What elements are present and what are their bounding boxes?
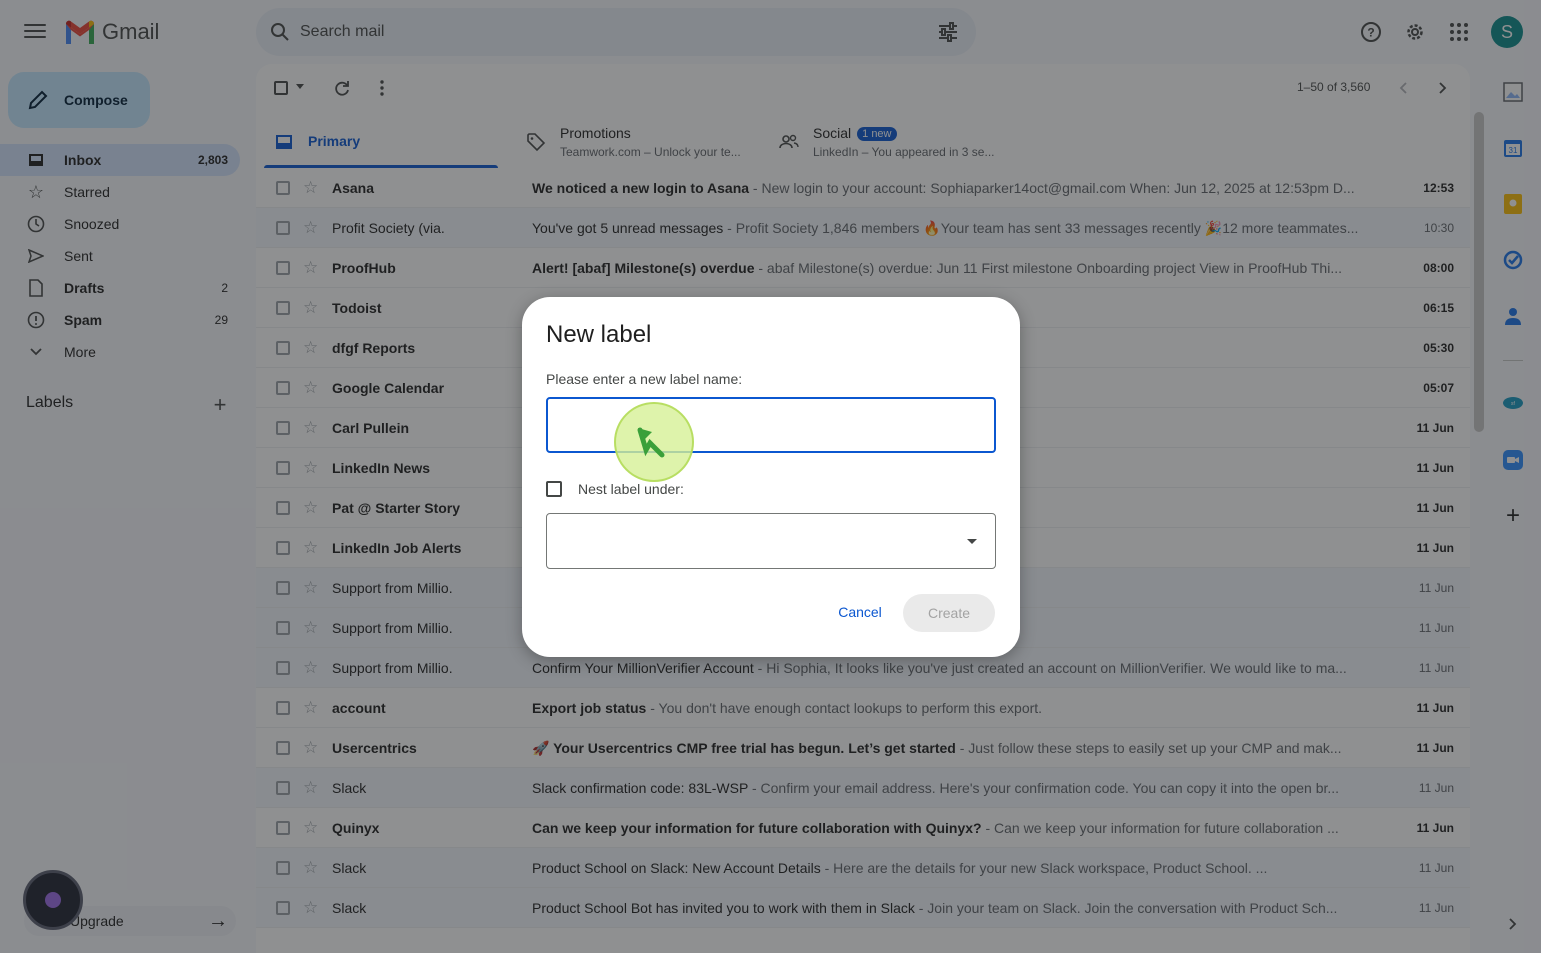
cursor-arrow-icon	[637, 427, 665, 458]
dropdown-caret-icon	[967, 539, 977, 544]
click-highlight	[614, 402, 694, 482]
create-button[interactable]: Create	[903, 594, 995, 632]
cancel-button[interactable]: Cancel	[826, 594, 894, 630]
nest-label-text: Nest label under:	[578, 481, 684, 497]
parent-label-select[interactable]	[546, 513, 996, 569]
new-label-dialog: New label Please enter a new label name:…	[522, 297, 1020, 657]
dialog-prompt: Please enter a new label name:	[546, 371, 743, 387]
nest-label-checkbox[interactable]	[546, 481, 562, 497]
dialog-title: New label	[546, 321, 652, 348]
